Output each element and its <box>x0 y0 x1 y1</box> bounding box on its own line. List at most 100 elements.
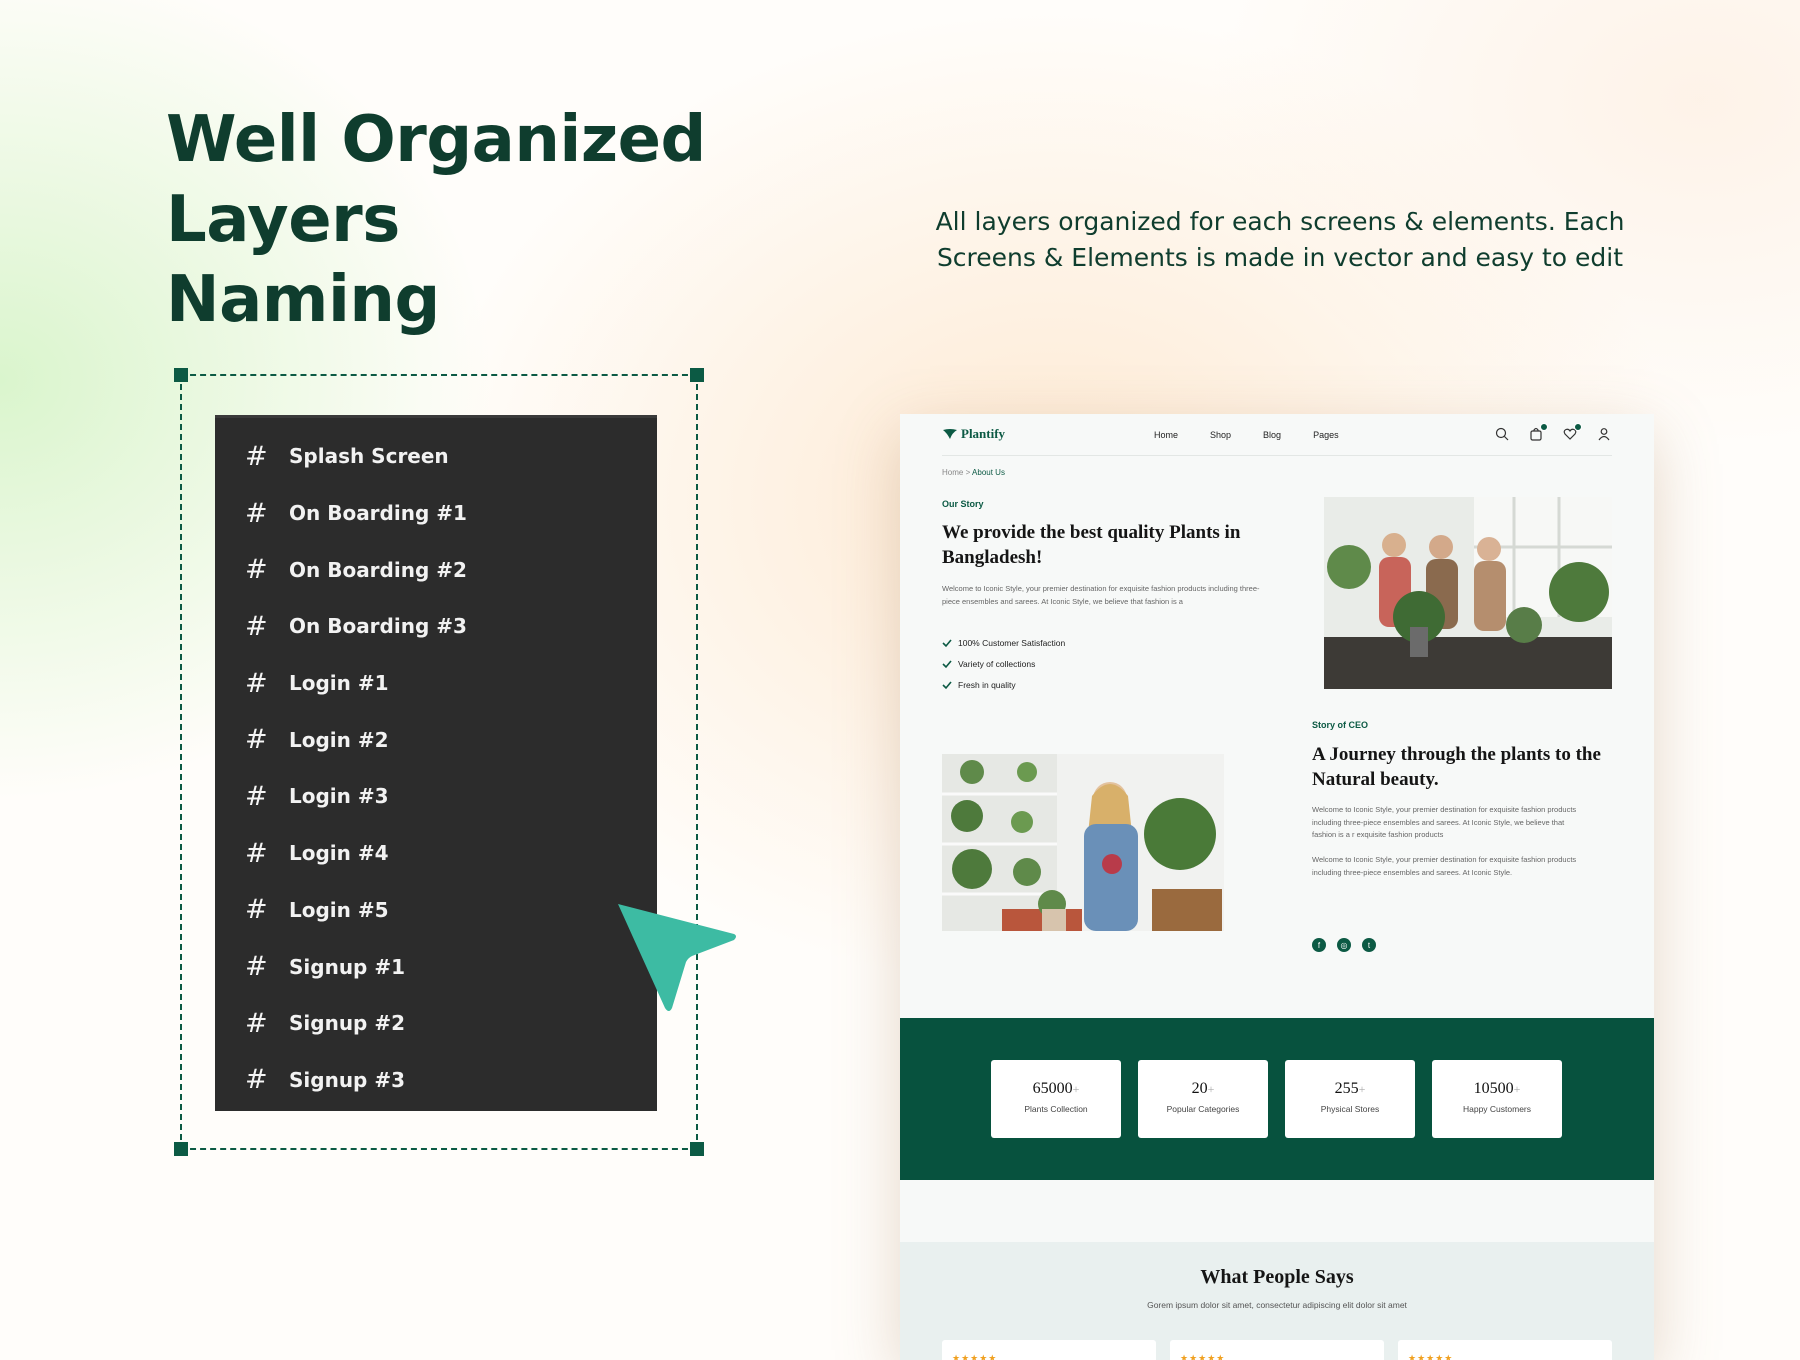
layer-name: Signup #1 <box>289 954 406 979</box>
florists-photo <box>1324 497 1612 689</box>
resize-handle-top-left[interactable] <box>174 368 188 382</box>
frame-hash-icon: # <box>245 837 268 869</box>
testimonial-card[interactable]: ★★★★★ <box>1170 1340 1384 1360</box>
testimonials-title: What People Says <box>1200 1266 1354 1288</box>
layer-item[interactable]: # Signup #2 <box>215 995 657 1052</box>
frame-hash-icon: # <box>245 724 268 756</box>
layer-item[interactable]: # Login #3 <box>215 768 657 825</box>
leaf-logo-icon <box>943 429 957 439</box>
resize-handle-bottom-right[interactable] <box>690 1142 704 1156</box>
layer-item[interactable]: # Splash Screen <box>215 428 657 485</box>
ceo-text-2: Welcome to Iconic Style, your premier de… <box>1312 855 1577 877</box>
layer-name: On Boarding #3 <box>289 614 467 639</box>
user-icon[interactable] <box>1596 426 1612 442</box>
frame-hash-icon: # <box>245 780 268 812</box>
check-item: Variety of collections <box>942 653 1065 674</box>
search-icon[interactable] <box>1494 426 1510 442</box>
ceo-title: A Journey through the plants to the Natu… <box>1312 744 1601 790</box>
frame-hash-icon: # <box>245 1007 268 1039</box>
layer-item[interactable]: # Signup #1 <box>215 938 657 995</box>
stat-label: Physical Stores <box>1320 1104 1380 1114</box>
layer-name: Signup #3 <box>289 1067 406 1092</box>
testimonial-card[interactable]: ★★★★★ <box>1398 1340 1612 1360</box>
website-preview: Plantify Home Shop Blog Pages Home > Abo… <box>900 414 1654 1360</box>
check-icon <box>942 638 952 647</box>
layer-name: Login #4 <box>289 841 389 866</box>
site-navbar: Plantify Home Shop Blog Pages <box>942 414 1612 456</box>
layer-item[interactable]: # Login #1 <box>215 655 657 712</box>
page-headline: Well Organized Layers Naming <box>166 100 946 340</box>
layer-item[interactable]: # Login #2 <box>215 711 657 768</box>
breadcrumb-home[interactable]: Home <box>942 468 963 477</box>
wishlist-badge <box>1574 423 1582 431</box>
breadcrumb: Home > About Us <box>942 468 1005 477</box>
layer-item[interactable]: # Signup #3 <box>215 1052 657 1109</box>
nav-icons <box>1494 423 1612 442</box>
story-title: We provide the best quality Plants in Ba… <box>942 522 1241 568</box>
stat-card: 65000+ Plants Collection <box>991 1060 1121 1138</box>
stats-band: 65000+ Plants Collection 20+ Popular Cat… <box>900 1018 1654 1180</box>
check-label: Fresh in quality <box>958 679 1016 690</box>
layers-panel: # Splash Screen # On Boarding #1 # On Board… <box>215 415 657 1111</box>
layer-name: On Boarding #2 <box>289 557 467 582</box>
stat-label: Popular Categories <box>1166 1104 1240 1114</box>
page-description: All layers organized for each screens & … <box>935 207 1625 272</box>
layer-item[interactable]: # On Boarding #2 <box>215 541 657 598</box>
star-rating: ★★★★★ <box>1180 1353 1226 1360</box>
story-text: Welcome to Iconic Style, your premier de… <box>942 584 1260 606</box>
nav-home[interactable]: Home <box>1154 430 1178 440</box>
testimonials-section: What People Says Gorem ipsum dolor sit a… <box>900 1242 1654 1360</box>
frame-hash-icon: # <box>245 894 268 926</box>
stat-card: 255+ Physical Stores <box>1285 1060 1415 1138</box>
breadcrumb-current: About Us <box>972 468 1005 477</box>
layer-name: Signup #2 <box>289 1011 406 1036</box>
cart-badge <box>1540 423 1548 431</box>
logo-text: Plantify <box>961 426 1006 441</box>
bag-icon[interactable] <box>1528 423 1548 442</box>
check-icon <box>942 680 952 689</box>
check-item: Fresh in quality <box>942 674 1065 695</box>
frame-hash-icon: # <box>245 610 268 642</box>
frame-hash-icon: # <box>245 554 268 586</box>
layer-name: On Boarding #1 <box>289 501 467 526</box>
frame-hash-icon: # <box>245 440 268 472</box>
testimonial-card[interactable]: ★★★★★ <box>942 1340 1156 1360</box>
resize-handle-bottom-left[interactable] <box>174 1142 188 1156</box>
stat-card: 10500+ Happy Customers <box>1432 1060 1562 1138</box>
layer-item[interactable]: # Login #4 <box>215 825 657 882</box>
resize-handle-top-right[interactable] <box>690 368 704 382</box>
frame-hash-icon: # <box>245 951 268 983</box>
twitter-icon[interactable]: t <box>1362 938 1376 952</box>
layer-name: Login #5 <box>289 897 389 922</box>
nav-pages[interactable]: Pages <box>1313 430 1339 440</box>
facebook-icon[interactable]: f <box>1312 938 1326 952</box>
breadcrumb-separator: > <box>963 468 973 477</box>
social-links: f ◎ t <box>1312 938 1376 952</box>
layer-item[interactable]: # Login #5 <box>215 882 657 939</box>
frame-hash-icon: # <box>245 667 268 699</box>
layer-item[interactable]: # On Boarding #3 <box>215 598 657 655</box>
stat-value: 65000+ <box>1032 1080 1080 1097</box>
nav-blog[interactable]: Blog <box>1263 430 1281 440</box>
layer-name: Splash Screen <box>289 444 449 469</box>
heart-icon[interactable] <box>1562 423 1582 442</box>
check-item: 100% Customer Satisfaction <box>942 632 1065 653</box>
headline-line-1: Well Organized Layers <box>166 103 706 257</box>
testimonials-subtitle: Gorem ipsum dolor sit amet, consectetur … <box>1147 1300 1407 1310</box>
check-icon <box>942 659 952 668</box>
layer-item[interactable]: # On Boarding #1 <box>215 485 657 542</box>
nav-shop[interactable]: Shop <box>1210 430 1231 440</box>
site-menu: Home Shop Blog Pages <box>1154 430 1371 440</box>
stat-card: 20+ Popular Categories <box>1138 1060 1268 1138</box>
layer-name: Login #1 <box>289 671 389 696</box>
stat-value: 10500+ <box>1473 1080 1521 1097</box>
ceo-photo <box>942 754 1224 931</box>
stat-value: 255+ <box>1334 1080 1366 1097</box>
stat-label: Happy Customers <box>1462 1104 1532 1114</box>
ceo-eyebrow: Story of CEO <box>1312 720 1369 730</box>
layer-name: Login #3 <box>289 784 389 809</box>
frame-hash-icon: # <box>245 497 268 529</box>
story-eyebrow: Our Story <box>942 499 984 509</box>
instagram-icon[interactable]: ◎ <box>1337 938 1351 952</box>
site-logo[interactable]: Plantify <box>942 426 1005 442</box>
